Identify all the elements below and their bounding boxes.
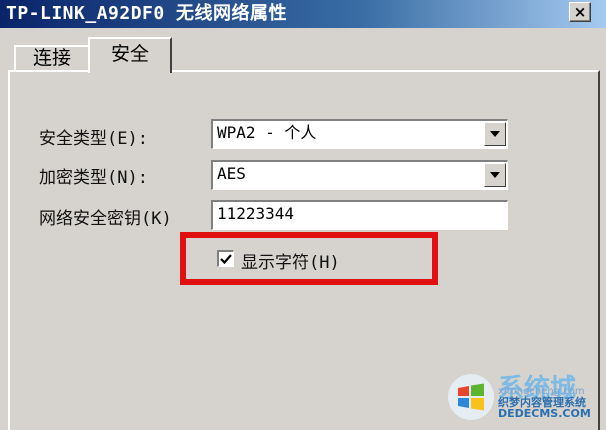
encryption-type-label: 加密类型(N):	[39, 168, 148, 188]
watermark: 系统城 xitongcheng.com 织梦内容管理系统 DEDECMS.COM	[446, 370, 606, 422]
security-type-value: WPA2 - 个人	[217, 123, 317, 142]
security-type-label: 安全类型(E):	[39, 129, 148, 149]
show-characters-label: 显示字符(H)	[241, 253, 340, 273]
network-key-input[interactable]: 11223344	[211, 200, 508, 230]
encryption-type-select[interactable]: AES	[211, 160, 508, 190]
chevron-down-icon[interactable]	[484, 163, 506, 187]
chevron-down-icon[interactable]	[484, 122, 506, 146]
close-button[interactable]: ×	[569, 2, 591, 22]
network-key-label: 网络安全密钥(K)	[39, 209, 172, 229]
checkmark-icon	[220, 254, 232, 265]
tab-connection[interactable]: 连接	[14, 45, 90, 71]
encryption-type-value: AES	[217, 164, 246, 183]
window-title: TP-LINK_A92DF0 无线网络属性	[6, 3, 288, 24]
watermark-cms-domain: DEDECMS.COM	[498, 407, 591, 420]
title-bar: TP-LINK_A92DF0 无线网络属性 ×	[0, 0, 606, 28]
windows-logo-icon	[448, 374, 494, 420]
show-characters-checkbox[interactable]	[217, 250, 234, 267]
tab-security[interactable]: 安全	[88, 37, 172, 73]
security-type-select[interactable]: WPA2 - 个人	[211, 119, 508, 149]
